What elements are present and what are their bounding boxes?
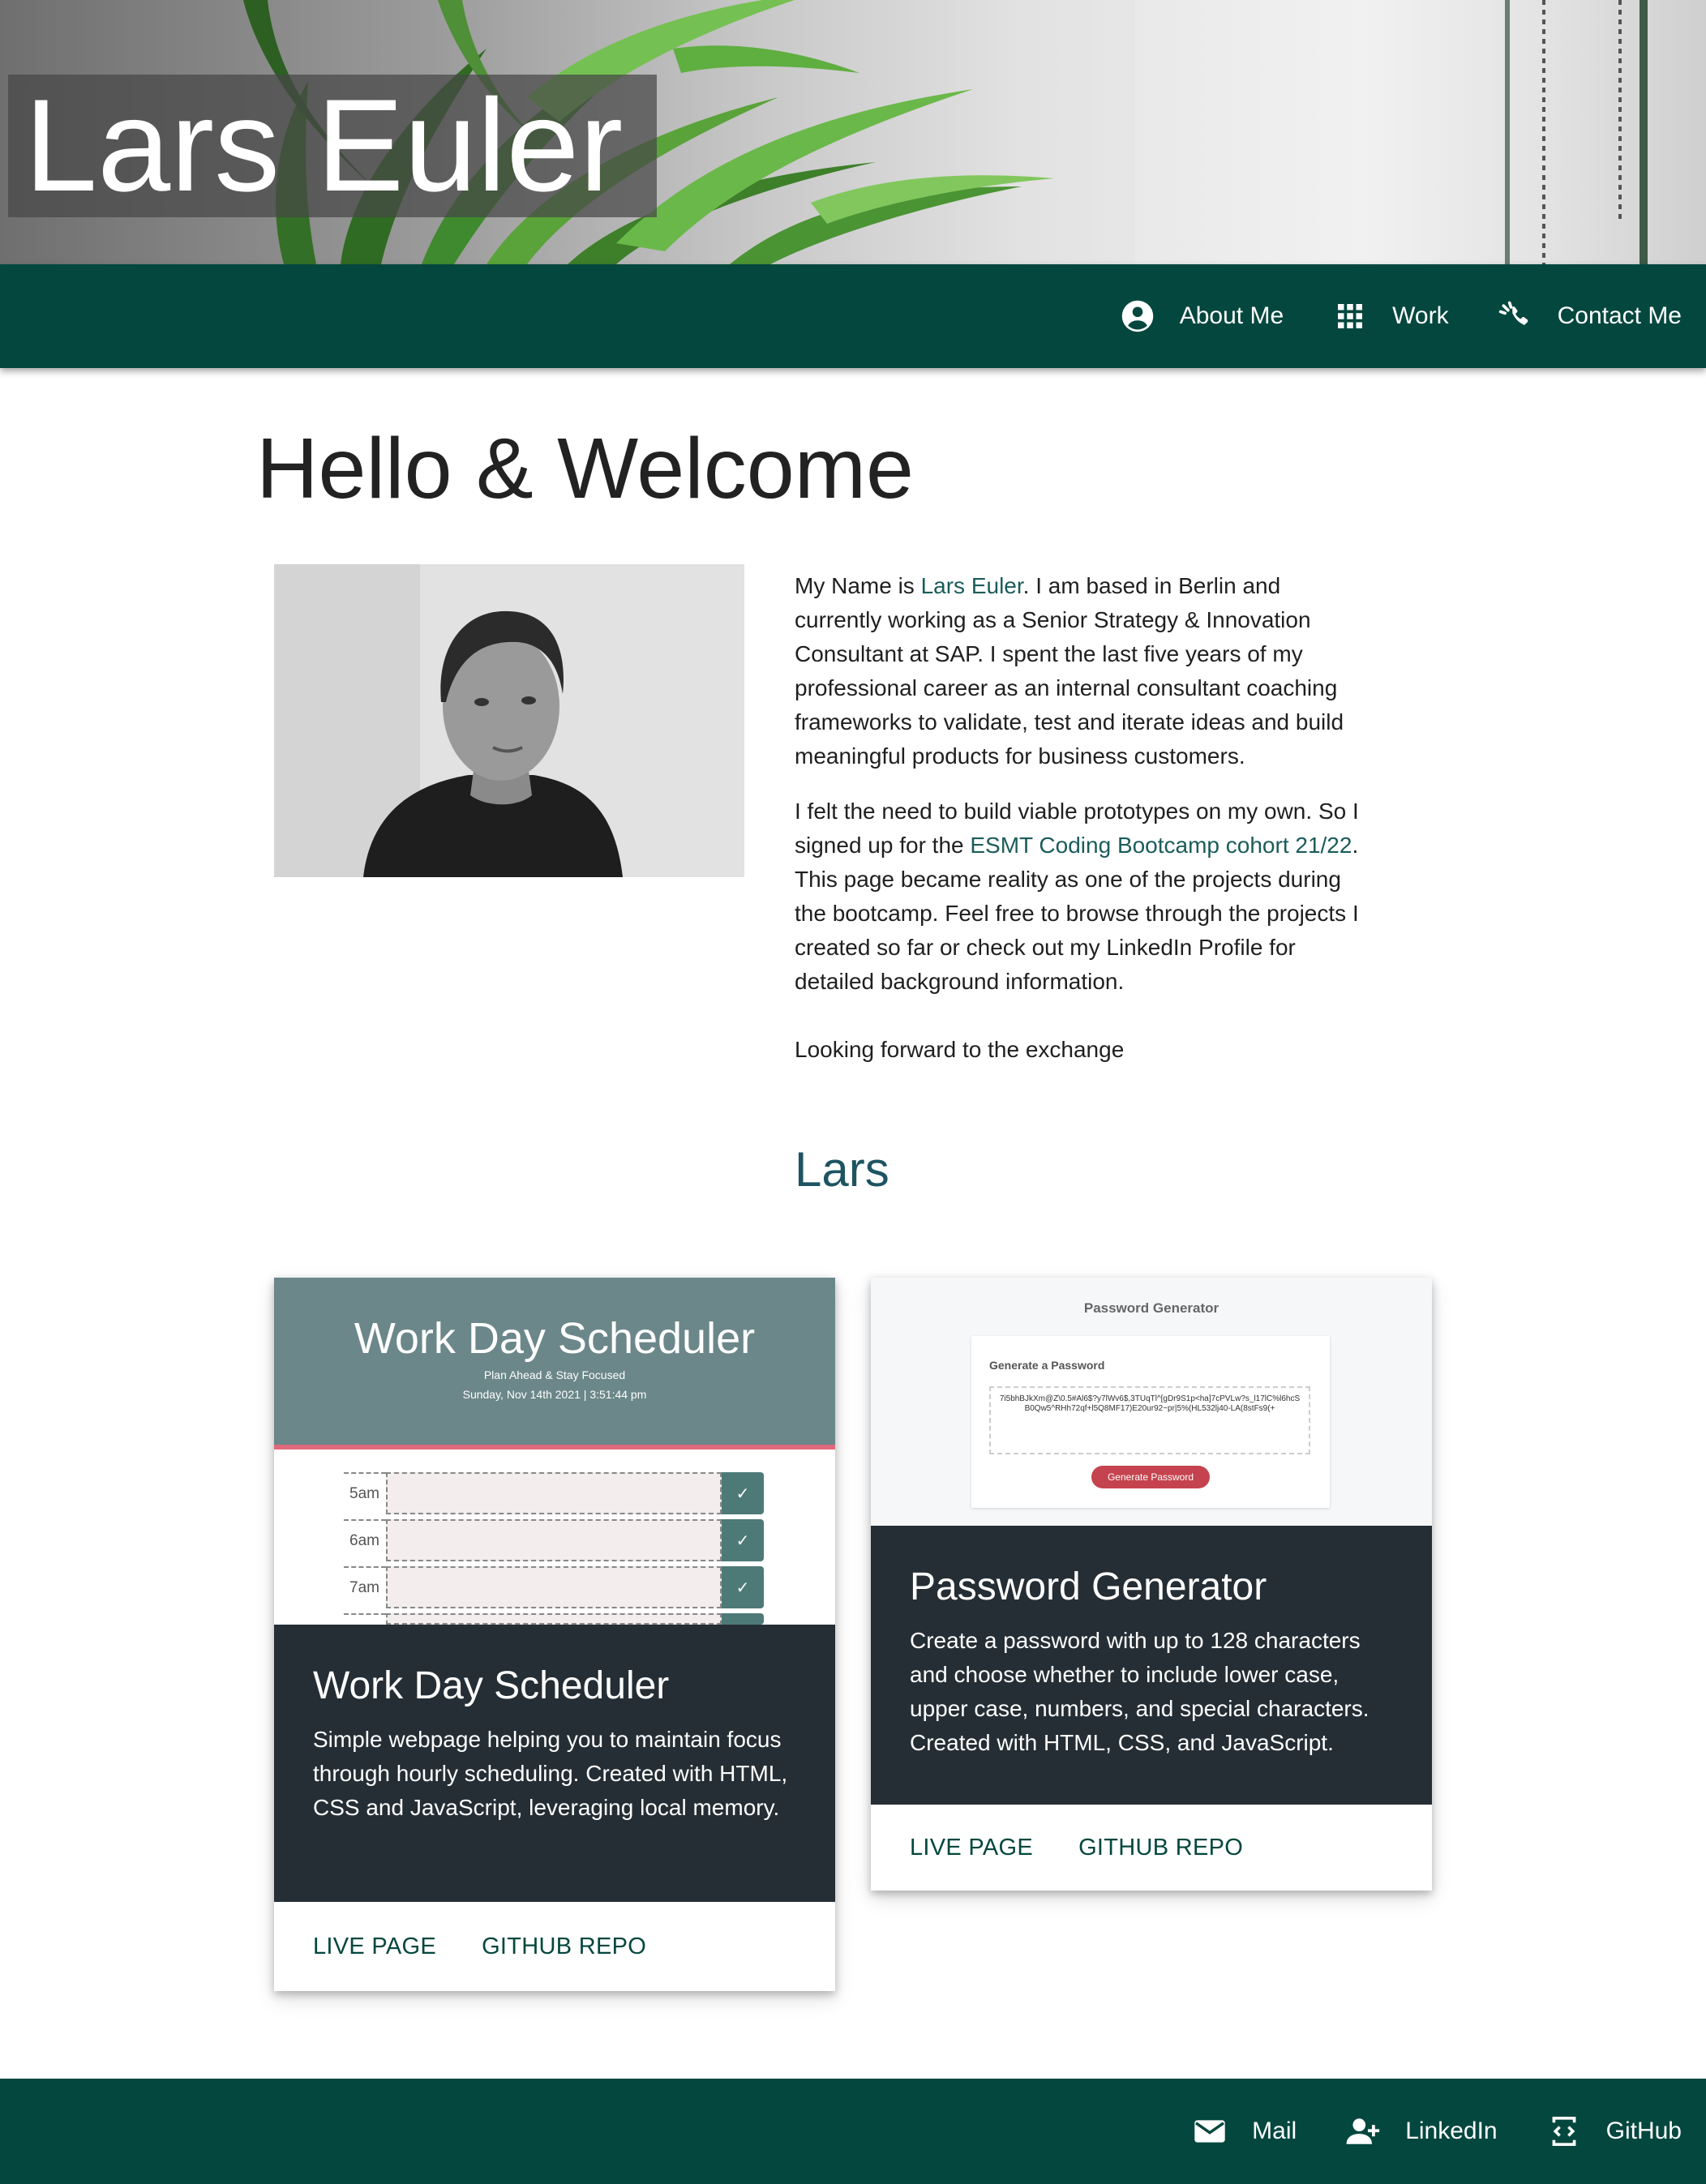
person-add-icon bbox=[1345, 2113, 1381, 2149]
hour-slot bbox=[386, 1472, 722, 1514]
hour-label: 5am bbox=[344, 1472, 386, 1514]
save-check-icon: ✓ bbox=[722, 1472, 764, 1514]
hero-window-frame bbox=[1640, 0, 1648, 264]
site-title: Lars Euler bbox=[24, 72, 624, 219]
nav-contact-me-label: Contact Me bbox=[1557, 302, 1682, 329]
password-preview-output: 7i5bhBJkXm@Z\0.5#Al6$?y7lWv6$,3TUqTl^[gD… bbox=[989, 1386, 1310, 1454]
generate-password-button-preview: Generate Password bbox=[1091, 1466, 1210, 1488]
scheduler-preview-date: Sunday, Nov 14th 2021 | 3:51:44 pm bbox=[462, 1388, 647, 1401]
about-paragraph-1: My Name is Lars Euler. I am based in Ber… bbox=[795, 569, 1362, 773]
hour-slot bbox=[386, 1566, 722, 1608]
project-title: Work Day Scheduler bbox=[313, 1664, 670, 1707]
scheduler-preview-subtitle: Plan Ahead & Stay Focused bbox=[483, 1368, 626, 1381]
nav-work[interactable]: Work bbox=[1332, 298, 1449, 334]
password-preview-title: Password Generator bbox=[1083, 1300, 1219, 1316]
project-card-actions: Live Page GitHub Repo bbox=[274, 1902, 835, 1991]
scheduler-preview-row bbox=[344, 1613, 764, 1625]
scheduler-preview-row: 7am ✓ bbox=[344, 1566, 764, 1608]
about-text: My Name is Lars Euler. I am based in Ber… bbox=[795, 569, 1362, 1088]
hero-banner: Lars Euler bbox=[0, 0, 1706, 264]
about-p1-text-cont: . I am based in Berlin and currently wor… bbox=[795, 573, 1344, 769]
footer-mail-label: Mail bbox=[1252, 2118, 1297, 2144]
account-circle-icon bbox=[1120, 298, 1155, 334]
hour-slot bbox=[386, 1519, 722, 1561]
project-card-work-day-scheduler: Work Day Scheduler Plan Ahead & Stay Foc… bbox=[274, 1278, 835, 1991]
password-preview: Password Generator Generate a Password 7… bbox=[871, 1278, 1432, 1526]
portrait-photo bbox=[274, 564, 744, 877]
hour-label bbox=[344, 1613, 386, 1625]
main-navbar: About Me Work Contact Me bbox=[0, 264, 1706, 368]
name-link[interactable]: Lars Euler bbox=[921, 573, 1023, 598]
hero-blind-chain bbox=[1618, 0, 1622, 219]
project-card-content: Password Generator Create a password wit… bbox=[871, 1526, 1432, 1805]
project-preview-image[interactable]: Work Day Scheduler Plan Ahead & Stay Foc… bbox=[274, 1278, 835, 1625]
apps-grid-icon bbox=[1332, 298, 1368, 334]
contact-phone-icon bbox=[1498, 298, 1533, 334]
nav-contact-me[interactable]: Contact Me bbox=[1498, 298, 1682, 334]
signature: Lars bbox=[795, 1142, 889, 1197]
project-description: Simple webpage helping you to maintain f… bbox=[313, 1727, 788, 1820]
nav-about-me[interactable]: About Me bbox=[1120, 298, 1284, 334]
save-button-preview bbox=[722, 1613, 764, 1625]
password-preview-card: Generate a Password 7i5bhBJkXm@Z\0.5#Al6… bbox=[971, 1336, 1330, 1508]
portrait-illustration bbox=[274, 564, 744, 877]
scheduler-preview-header: Work Day Scheduler Plan Ahead & Stay Foc… bbox=[274, 1278, 835, 1445]
project-card-content: Work Day Scheduler Simple webpage helpin… bbox=[274, 1625, 835, 1902]
footer-github-link[interactable]: GitHub bbox=[1546, 2113, 1682, 2149]
hero-window-frame bbox=[1505, 0, 1510, 264]
project-card-password-generator: Password Generator Generate a Password 7… bbox=[871, 1278, 1432, 1891]
nav-about-me-label: About Me bbox=[1179, 302, 1284, 329]
footer-mail-link[interactable]: Mail bbox=[1192, 2113, 1297, 2149]
password-preview-label: Generate a Password bbox=[989, 1359, 1105, 1372]
save-check-icon: ✓ bbox=[722, 1519, 764, 1561]
hour-label: 6am bbox=[344, 1519, 386, 1561]
site-title-box: Lars Euler bbox=[8, 75, 657, 217]
github-repo-link[interactable]: GitHub Repo bbox=[482, 1933, 646, 1960]
footer-linkedin-label: LinkedIn bbox=[1405, 2118, 1498, 2144]
scheduler-preview-divider bbox=[274, 1445, 835, 1450]
bootcamp-link[interactable]: ESMT Coding Bootcamp cohort 21/22 bbox=[970, 833, 1352, 858]
project-title: Password Generator bbox=[910, 1565, 1267, 1608]
about-paragraph-3: Looking forward to the exchange bbox=[795, 1037, 1125, 1062]
about-paragraph-2: I felt the need to build viable prototyp… bbox=[795, 794, 1362, 999]
hour-slot bbox=[386, 1613, 722, 1625]
hero-blind-chain bbox=[1542, 0, 1545, 264]
footer-github-label: GitHub bbox=[1605, 2118, 1682, 2144]
footer-links: Mail LinkedIn GitHub bbox=[1143, 2079, 1682, 2184]
welcome-heading: Hello & Welcome bbox=[256, 421, 914, 516]
github-repo-link[interactable]: GitHub Repo bbox=[1078, 1835, 1243, 1861]
save-check-icon: ✓ bbox=[722, 1566, 764, 1608]
nav-list: About Me Work Contact Me bbox=[1071, 264, 1682, 368]
hour-label: 7am bbox=[344, 1566, 386, 1608]
scheduler-preview-title: Work Day Scheduler bbox=[354, 1314, 756, 1363]
code-device-icon bbox=[1546, 2113, 1582, 2149]
scheduler-preview-row: 5am ✓ bbox=[344, 1472, 764, 1514]
page-footer: Mail LinkedIn GitHub bbox=[0, 2079, 1706, 2184]
live-page-link[interactable]: Live Page bbox=[313, 1933, 436, 1960]
nav-work-label: Work bbox=[1392, 302, 1449, 329]
project-card-actions: Live Page GitHub Repo bbox=[871, 1805, 1432, 1891]
mail-icon bbox=[1192, 2113, 1228, 2149]
project-preview-image[interactable]: Password Generator Generate a Password 7… bbox=[871, 1278, 1432, 1526]
live-page-link[interactable]: Live Page bbox=[910, 1835, 1033, 1861]
about-p1-text: My Name is bbox=[795, 573, 921, 598]
project-description: Create a password with up to 128 charact… bbox=[910, 1628, 1370, 1755]
scheduler-preview-row: 6am ✓ bbox=[344, 1519, 764, 1561]
footer-linkedin-link[interactable]: LinkedIn bbox=[1345, 2113, 1498, 2149]
